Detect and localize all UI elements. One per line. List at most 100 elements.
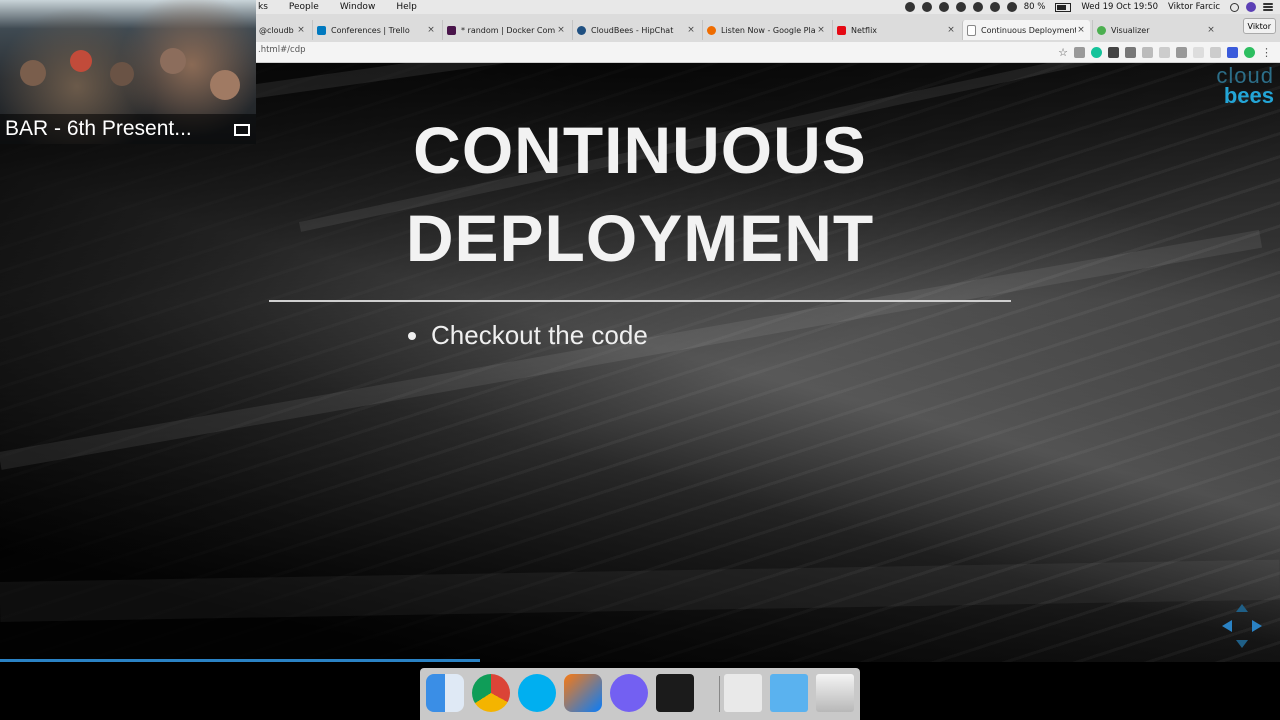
screen-share-icon[interactable] — [234, 124, 250, 136]
audience-figure — [20, 60, 46, 86]
tab-continuous-deployment[interactable]: Continuous Deployment × — [962, 20, 1090, 40]
zotero-icon[interactable] — [1227, 47, 1238, 58]
chrome-icon[interactable] — [472, 674, 510, 712]
netflix-icon — [837, 25, 846, 35]
menu-dots-icon[interactable]: ⋮ — [1261, 46, 1272, 59]
close-icon[interactable]: × — [296, 25, 306, 35]
wifi-icon[interactable] — [989, 2, 1000, 12]
app-menus: ks People Window Help — [258, 0, 438, 14]
menu-item-people[interactable]: People — [289, 2, 319, 12]
folder-icon[interactable] — [770, 674, 808, 712]
menu-item-ks[interactable]: ks — [258, 2, 268, 12]
extension-icon[interactable] — [1125, 47, 1136, 58]
nav-down-icon[interactable] — [1236, 640, 1248, 648]
battery-percentage: 80 % — [1023, 2, 1046, 12]
extensions-toolbar: ☆ ⋮ — [1058, 46, 1272, 59]
siri-icon[interactable] — [1246, 2, 1256, 12]
bullet-dot-icon — [408, 331, 416, 340]
document-icon — [967, 24, 976, 36]
tab-title: Visualizer — [1111, 25, 1150, 35]
webcam-overlay[interactable]: BAR - 6th Present... — [0, 0, 256, 144]
extension-icon[interactable] — [1193, 47, 1204, 58]
nav-left-icon[interactable] — [1222, 620, 1232, 632]
trello-icon — [317, 25, 326, 35]
status-area: 80 % Wed 19 Oct 19:50 Viktor Farcic — [904, 0, 1280, 14]
bluetooth-icon[interactable] — [972, 2, 983, 12]
slide-title-line-2: DEPLOYMENT — [405, 201, 875, 275]
viber-icon[interactable] — [610, 674, 648, 712]
tab-visualizer[interactable]: Visualizer × — [1092, 20, 1220, 40]
background-streak — [0, 559, 1280, 622]
close-icon[interactable]: × — [556, 25, 566, 35]
menu-status-icon[interactable] — [921, 2, 932, 12]
menu-item-help[interactable]: Help — [396, 2, 417, 12]
intellij-icon[interactable] — [564, 674, 602, 712]
bullet-item: Checkout the code — [408, 320, 648, 351]
volume-icon[interactable] — [1006, 2, 1017, 12]
cloudbees-logo: cloud bees — [1216, 63, 1274, 108]
nav-right-icon[interactable] — [1252, 620, 1262, 632]
tab-google-play[interactable]: Listen Now - Google Pla × — [702, 20, 830, 40]
search-icon[interactable] — [1230, 2, 1239, 12]
extension-icon[interactable] — [1108, 47, 1119, 58]
menu-user-name[interactable]: Viktor Farcic — [1168, 2, 1220, 12]
url-field[interactable]: .html#/cdp — [258, 45, 306, 55]
close-icon[interactable]: × — [686, 25, 696, 35]
tab-title: CloudBees - HipChat — [591, 25, 674, 35]
audience-figure — [160, 48, 186, 74]
tab-slack[interactable]: * random | Docker Com × — [442, 20, 570, 40]
finder-icon[interactable] — [426, 674, 464, 712]
google-play-music-icon — [707, 25, 716, 35]
close-icon[interactable]: × — [426, 25, 436, 35]
nav-up-icon[interactable] — [1236, 604, 1248, 612]
menu-clock[interactable]: Wed 19 Oct 19:50 — [1081, 2, 1158, 12]
menu-status-icon[interactable] — [904, 2, 915, 12]
tab-trello[interactable]: Conferences | Trello × — [312, 20, 440, 40]
tab-netflix[interactable]: Netflix × — [832, 20, 960, 40]
title-divider — [269, 300, 1011, 302]
extension-icon[interactable] — [1210, 47, 1221, 58]
close-icon[interactable]: × — [816, 25, 826, 35]
menu-status-icon[interactable] — [955, 2, 966, 12]
extension-icon[interactable] — [1176, 47, 1187, 58]
slide-navigation-controls — [1222, 604, 1262, 648]
audience-figure — [70, 50, 92, 72]
tab-twitter[interactable]: @cloudb × — [254, 20, 310, 40]
tab-title: Listen Now - Google Pla — [721, 25, 816, 35]
tab-title: * random | Docker Com — [461, 25, 556, 35]
visualizer-icon — [1097, 25, 1106, 35]
audience-figure — [110, 62, 134, 86]
grammarly-icon[interactable] — [1091, 47, 1102, 58]
extension-icon[interactable] — [1142, 47, 1153, 58]
trash-icon[interactable] — [816, 674, 854, 712]
extension-icon[interactable] — [1159, 47, 1170, 58]
battery-icon[interactable] — [1055, 2, 1072, 12]
webcam-label: BAR - 6th Present... — [0, 114, 256, 144]
audience-figure — [210, 70, 240, 100]
presentation-slide: cloud bees CONTINUOUS DEPLOYMENT Checkou… — [0, 62, 1280, 662]
tab-title: Conferences | Trello — [331, 25, 410, 35]
bullet-text: Checkout the code — [431, 320, 648, 350]
camera-icon[interactable] — [1074, 47, 1085, 58]
bookmark-star-icon[interactable]: ☆ — [1058, 46, 1068, 59]
close-icon[interactable]: × — [1076, 25, 1086, 35]
tab-title: Continuous Deployment — [981, 25, 1076, 35]
tab-title: Netflix — [851, 25, 878, 35]
menu-item-window[interactable]: Window — [340, 2, 376, 12]
dock-separator — [719, 676, 720, 712]
menu-status-icon[interactable] — [938, 2, 949, 12]
terminal-icon[interactable] — [656, 674, 694, 712]
notifications-icon[interactable] — [1263, 6, 1273, 8]
profile-button[interactable]: Viktor — [1242, 18, 1276, 34]
close-icon[interactable]: × — [1206, 25, 1216, 35]
close-icon[interactable]: × — [946, 25, 956, 35]
hipchat-icon — [577, 25, 586, 35]
slack-icon — [447, 25, 456, 35]
slide-progress-bar — [0, 659, 480, 662]
skype-icon[interactable] — [518, 674, 556, 712]
macos-dock — [420, 668, 860, 720]
preview-icon[interactable] — [724, 674, 762, 712]
tab-title: @cloudb — [259, 25, 294, 35]
tab-hipchat[interactable]: CloudBees - HipChat × — [572, 20, 700, 40]
evernote-icon[interactable] — [1244, 47, 1255, 58]
